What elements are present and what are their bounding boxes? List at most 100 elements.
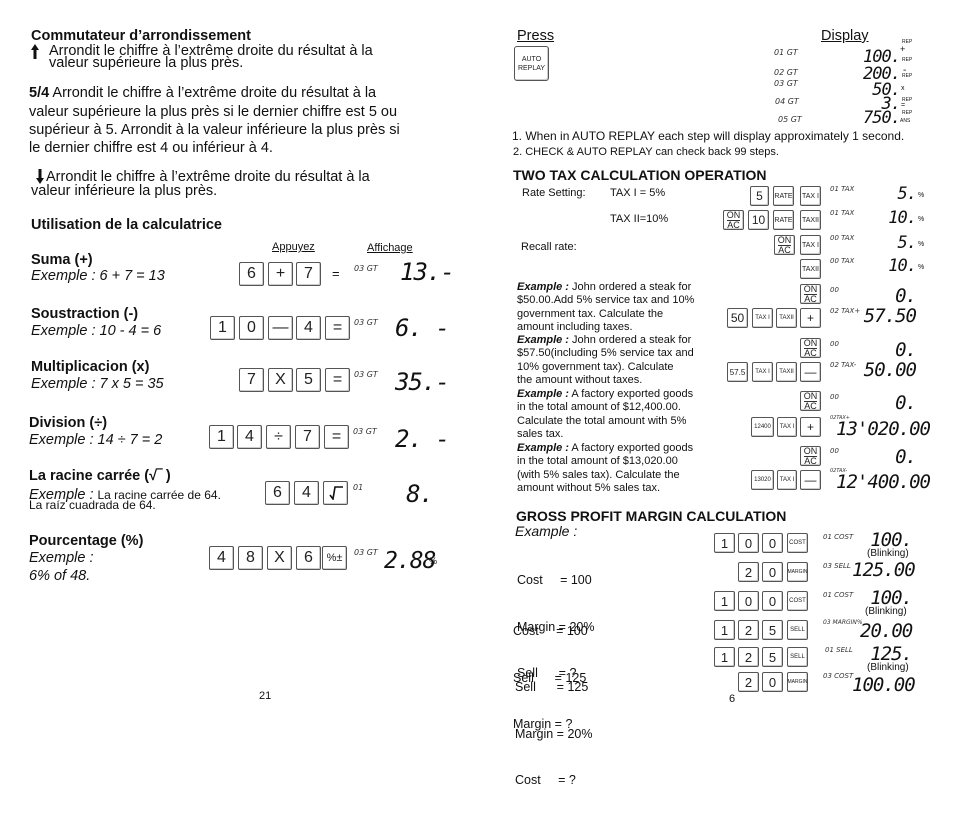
key-tax2[interactable]: TAXII (776, 362, 797, 382)
key-5[interactable]: 5 (750, 186, 769, 206)
key-on-ac[interactable]: ON AC (800, 391, 821, 411)
example-line: in the total amount of $12,400.00. (517, 401, 681, 414)
blinking-note: (Blinking) (867, 662, 909, 673)
key-7[interactable]: 7 (296, 262, 321, 286)
margin-indicator: 03 MARGIN% (823, 619, 863, 626)
usage-title: Utilisation de la calculatrice (31, 217, 222, 233)
key-plus[interactable]: + (268, 262, 293, 286)
key-margin[interactable]: MARGIN (787, 672, 808, 692)
key-sell[interactable]: SELL (787, 647, 808, 667)
tax-indicator: 01 TAX (830, 185, 855, 193)
key-equals[interactable]: = (325, 316, 350, 340)
key-on-ac[interactable]: ON AC (800, 284, 821, 304)
square-root-icon (328, 486, 343, 500)
key-50[interactable]: 50 (727, 308, 748, 328)
key-multiply[interactable]: X (267, 546, 292, 570)
margin-example-label: Example : (515, 523, 578, 539)
key-tax1[interactable]: TAX I (800, 235, 821, 255)
key-4[interactable]: 4 (294, 481, 319, 505)
key-rate[interactable]: RATE (773, 186, 794, 206)
key-1[interactable]: 1 (714, 620, 735, 640)
key-0[interactable]: 0 (738, 533, 759, 553)
key-5[interactable]: 5 (762, 647, 783, 667)
key-1[interactable]: 1 (210, 316, 235, 340)
key-on-ac[interactable]: ON AC (800, 338, 821, 358)
key-plus[interactable]: + (800, 417, 821, 437)
key-0[interactable]: 0 (738, 591, 759, 611)
tax-example-4: Example : A factory exported goods in th… (517, 442, 693, 495)
key-10[interactable]: 10 (748, 210, 769, 230)
key-0[interactable]: 0 (762, 533, 783, 553)
replay-op: + (900, 44, 906, 54)
key-2[interactable]: 2 (738, 562, 759, 582)
key-57-5[interactable]: 57.5 (727, 362, 748, 382)
key-12400[interactable]: 12400 (751, 417, 774, 437)
key-4[interactable]: 4 (296, 316, 321, 340)
key-tax1[interactable]: TAX I (752, 362, 773, 382)
key-tax1[interactable]: TAX I (800, 186, 821, 206)
percentage-example: Exemple : (29, 550, 94, 566)
key-4[interactable]: 4 (209, 546, 234, 570)
key-1[interactable]: 1 (714, 533, 735, 553)
key-0[interactable]: 0 (762, 562, 783, 582)
key-13020[interactable]: 13020 (751, 470, 774, 490)
five-four-line-2: valeur supérieure la plus près si le der… (29, 104, 398, 120)
replay-value-5: 750. (863, 108, 901, 128)
key-1[interactable]: 1 (209, 425, 234, 449)
case-line: Cost = ? (515, 773, 576, 787)
key-margin[interactable]: MARGIN (787, 562, 808, 582)
tax-display: 12'400.00 (836, 471, 931, 493)
key-2[interactable]: 2 (738, 672, 759, 692)
replay-tag: REP (902, 110, 913, 116)
key-minus[interactable]: — (800, 362, 821, 382)
key-5[interactable]: 5 (296, 368, 321, 392)
key-2[interactable]: 2 (738, 647, 759, 667)
key-tax2[interactable]: TAXII (776, 308, 797, 328)
key-equals[interactable]: = (324, 425, 349, 449)
tax-title: TWO TAX CALCULATION OPERATION (513, 167, 767, 183)
key-7[interactable]: 7 (295, 425, 320, 449)
key-plus[interactable]: + (800, 308, 821, 328)
key-tax2[interactable]: TAXII (800, 210, 821, 230)
key-8[interactable]: 8 (238, 546, 263, 570)
key-1[interactable]: 1 (714, 647, 735, 667)
example-line: sales tax. (517, 427, 564, 440)
key-tax2[interactable]: TAXII (800, 259, 821, 279)
key-1[interactable]: 1 (714, 591, 735, 611)
key-4[interactable]: 4 (237, 425, 262, 449)
tax-indicator: 00 TAX (830, 234, 855, 242)
key-tax1[interactable]: TAX I (777, 417, 797, 437)
key-divide[interactable]: ÷ (266, 425, 291, 449)
auto-replay-label-2: REPLAY (517, 64, 546, 72)
key-rate[interactable]: RATE (773, 210, 794, 230)
key-on-ac[interactable]: ON AC (774, 235, 795, 255)
key-2[interactable]: 2 (738, 620, 759, 640)
arrow-down-icon (36, 168, 44, 184)
key-multiply[interactable]: X (268, 368, 293, 392)
key-on-ac[interactable]: ON AC (723, 210, 744, 230)
key-minus[interactable]: — (268, 316, 293, 340)
key-6[interactable]: 6 (265, 481, 290, 505)
key-square-root[interactable] (323, 481, 348, 505)
tax-example-2: Example : John ordered a steak for $57.5… (517, 334, 694, 387)
key-5[interactable]: 5 (762, 620, 783, 640)
key-cost[interactable]: COST (787, 591, 808, 611)
key-percent[interactable]: %± (322, 546, 347, 570)
key-0[interactable]: 0 (239, 316, 264, 340)
key-6[interactable]: 6 (296, 546, 321, 570)
key-7[interactable]: 7 (239, 368, 264, 392)
key-tax1[interactable]: TAX I (777, 470, 797, 490)
key-equals[interactable]: = (325, 368, 350, 392)
key-minus[interactable]: — (800, 470, 821, 490)
key-6[interactable]: 6 (239, 262, 264, 286)
key-cost[interactable]: COST (787, 533, 808, 553)
key-0[interactable]: 0 (762, 591, 783, 611)
key-sell[interactable]: SELL (787, 620, 808, 640)
division-title: Division (÷) (29, 415, 108, 431)
example-line: amount including taxes. (517, 320, 633, 333)
display-value: 6. - (395, 314, 450, 342)
auto-replay-key[interactable]: AUTO REPLAY (514, 46, 549, 81)
key-tax1[interactable]: TAX I (752, 308, 773, 328)
key-0[interactable]: 0 (762, 672, 783, 692)
key-on-ac[interactable]: ON AC (800, 446, 821, 466)
